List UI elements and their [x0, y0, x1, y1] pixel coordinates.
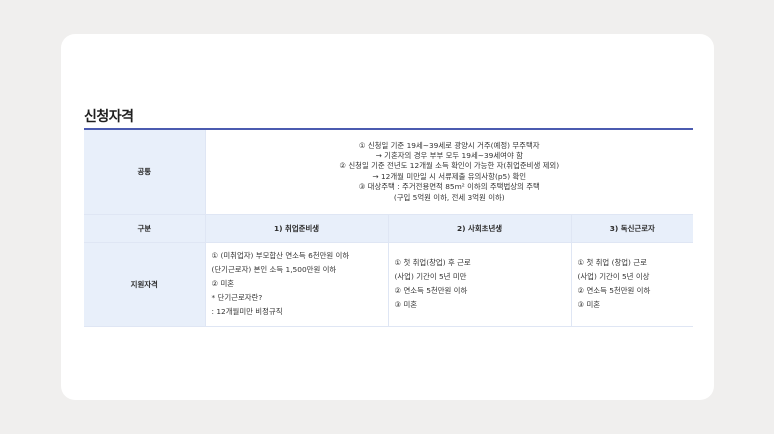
criteria-line: ① 첫 취업(창업) 후 근로 [394, 258, 471, 267]
header-single-worker: 3) 독신근로자 [570, 214, 694, 243]
common-criteria: ① 신청일 기준 19세~39세로 광양시 거주(예정) 무주택자 → 기혼자의… [204, 130, 694, 215]
header-category: 구분 [84, 214, 205, 243]
common-line: → 기혼자의 경우 부부 모두 19세~39세여야 함 [375, 150, 523, 160]
common-row: 공통 ① 신청일 기준 19세~39세로 광양시 거주(예정) 무주택자 → 기… [84, 130, 694, 215]
common-line: ① 신청일 기준 19세~39세로 광양시 거주(예정) 무주택자 [358, 140, 540, 150]
header-new-employee: 2) 사회초년생 [387, 214, 571, 243]
eligibility-table: 공통 ① 신청일 기준 19세~39세로 광양시 거주(예정) 무주택자 → 기… [84, 130, 694, 327]
support-row: 지원자격 ① (미취업자) 부모합산 연소득 6천만원 이하 (단기근로자) 본… [84, 242, 694, 327]
criteria-line: * 단기근로자란? [211, 293, 263, 302]
job-seeker-criteria: ① (미취업자) 부모합산 연소득 6천만원 이하 (단기근로자) 본인 소득 … [204, 242, 388, 327]
criteria-line: (사업) 기간이 5년 미만 [394, 272, 467, 281]
common-line: (구입 5억원 이하, 전세 3억원 이하) [393, 192, 505, 202]
criteria-line: ② 연소득 5천만원 이하 [577, 286, 651, 295]
single-worker-criteria: ① 첫 취업 (창업) 근로 (사업) 기간이 5년 이상 ② 연소득 5천만원… [570, 242, 694, 327]
criteria-line: ① (미취업자) 부모합산 연소득 6천만원 이하 [211, 251, 350, 260]
criteria-line: (사업) 기간이 5년 이상 [577, 272, 650, 281]
common-line: ② 신청일 기준 전년도 12개월 소득 확인이 가능한 자(취업준비생 제외) [339, 161, 560, 171]
header-job-seeker: 1) 취업준비생 [204, 214, 388, 243]
header-row: 구분 1) 취업준비생 2) 사회초년생 3) 독신근로자 [84, 214, 694, 243]
criteria-line: (단기근로자) 본인 소득 1,500만원 이하 [211, 265, 337, 274]
criteria-line: ② 미혼 [211, 279, 235, 288]
criteria-line: ① 첫 취업 (창업) 근로 [577, 258, 647, 267]
common-label: 공통 [84, 130, 205, 215]
new-employee-criteria: ① 첫 취업(창업) 후 근로 (사업) 기간이 5년 미만 ② 연소득 5천만… [387, 242, 571, 327]
criteria-line: ② 연소득 5천만원 이하 [394, 286, 468, 295]
common-line: ③ 대상주택 : 주거전용면적 85m² 이하의 주택법상의 주택 [358, 182, 540, 192]
criteria-line: ③ 미혼 [577, 300, 601, 309]
support-label: 지원자격 [84, 242, 205, 327]
common-line: → 12개월 미만일 시 서류제출 유의사항(p5) 확인 [372, 171, 527, 181]
section-title: 신청자격 [84, 109, 134, 125]
criteria-line: : 12개월미만 비정규직 [211, 307, 283, 316]
criteria-line: ③ 미혼 [394, 300, 418, 309]
